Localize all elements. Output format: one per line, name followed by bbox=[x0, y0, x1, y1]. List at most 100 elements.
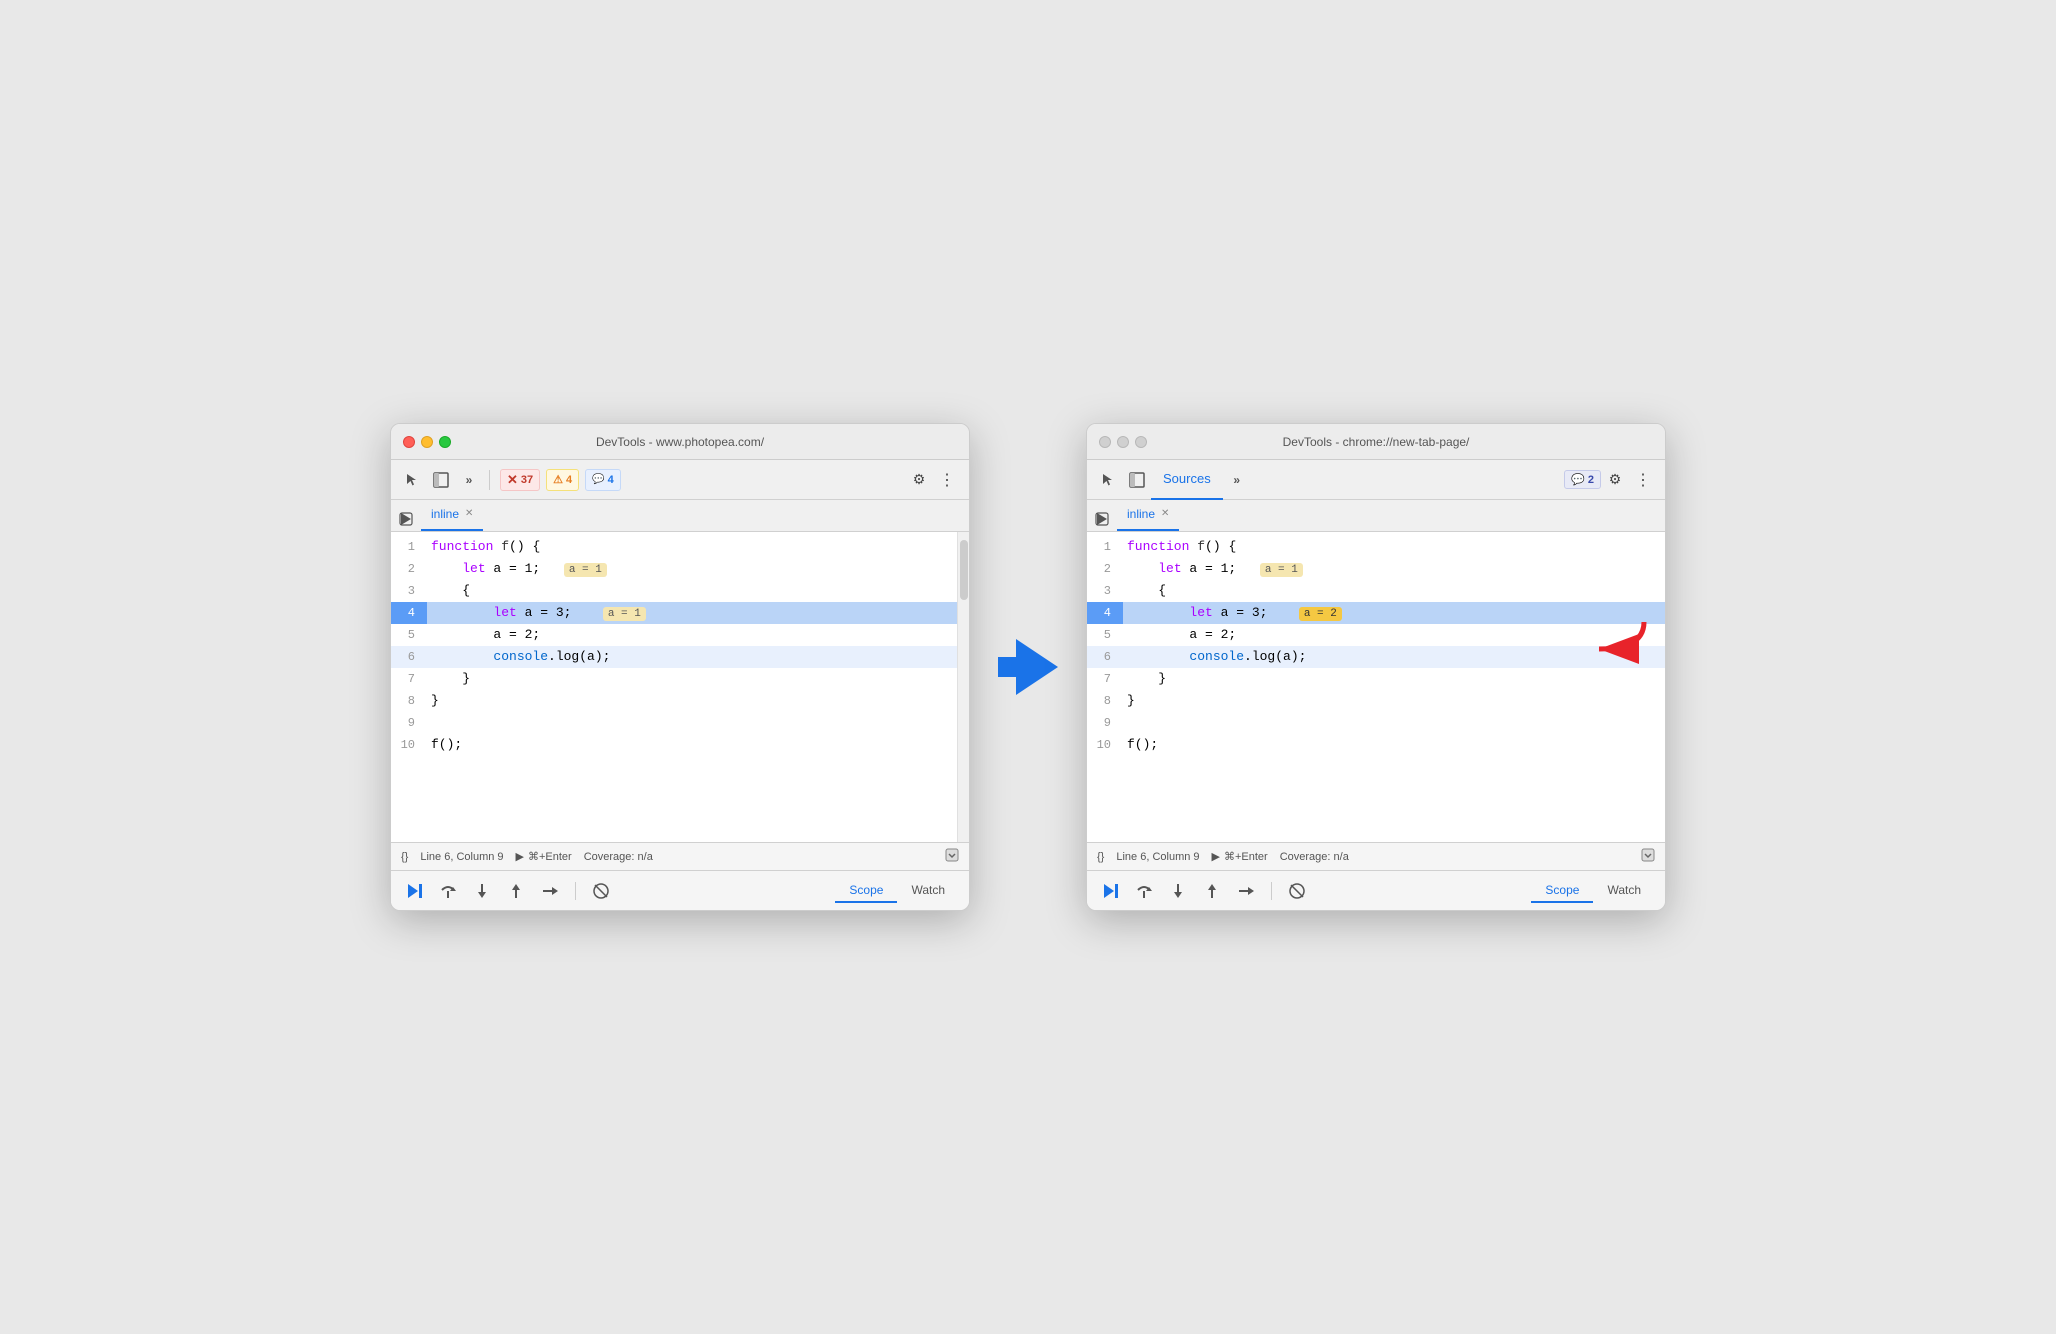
right-scope-watch-tabs: Scope Watch bbox=[1531, 879, 1655, 903]
more-icon[interactable]: ⋮ bbox=[933, 466, 961, 494]
right-scope-tab[interactable]: Scope bbox=[1531, 879, 1593, 903]
right-curly-icon[interactable]: {} bbox=[1097, 851, 1104, 863]
right-overflow-icon[interactable]: » bbox=[1223, 466, 1251, 494]
right-line-2: 2 let a = 1; a = 1 bbox=[1087, 558, 1665, 580]
left-step-out-btn[interactable] bbox=[503, 878, 529, 904]
right-line-3: 3 { bbox=[1087, 580, 1665, 602]
right-lc-4: let a = 3; a = 2 bbox=[1123, 602, 1665, 625]
left-step-over-btn[interactable] bbox=[435, 878, 461, 904]
left-lc-1: function f() { bbox=[427, 536, 957, 558]
left-window-title: DevTools - www.photopea.com/ bbox=[596, 435, 764, 449]
right-lc-1: function f() { bbox=[1123, 536, 1665, 558]
left-status-bar: {} Line 6, Column 9 ▶ ⌘+Enter Coverage: … bbox=[391, 842, 969, 870]
left-lc-5: a = 2; bbox=[427, 624, 957, 646]
right-titlebar: DevTools - chrome://new-tab-page/ bbox=[1087, 424, 1665, 460]
left-line-6: 6 console.log(a); bbox=[391, 646, 957, 668]
left-tab-close[interactable]: ✕ bbox=[465, 509, 473, 519]
right-code-area[interactable]: 1 function f() { 2 let a = 1; a = 1 3 { … bbox=[1087, 532, 1665, 832]
right-console-badge[interactable]: 💬 2 bbox=[1564, 470, 1601, 489]
left-status-dropdown[interactable] bbox=[945, 848, 959, 865]
left-curly-icon[interactable]: {} bbox=[401, 851, 408, 863]
right-sources-label: Sources bbox=[1163, 471, 1211, 486]
left-deactivate-btn[interactable] bbox=[588, 878, 614, 904]
right-watch-tab[interactable]: Watch bbox=[1593, 879, 1655, 903]
run-snippet-icon[interactable] bbox=[399, 512, 413, 531]
left-lc-8: } bbox=[427, 690, 957, 712]
maximize-button[interactable] bbox=[439, 436, 451, 448]
info-count: 4 bbox=[608, 474, 614, 486]
left-debug-toolbar: Scope Watch bbox=[391, 870, 969, 910]
left-debug-sep bbox=[575, 882, 576, 900]
panel-toggle-icon[interactable] bbox=[427, 466, 455, 494]
warning-badge[interactable]: ⚠ 4 bbox=[546, 469, 579, 491]
left-watch-tab[interactable]: Watch bbox=[897, 879, 959, 903]
right-minimize-button[interactable] bbox=[1117, 436, 1129, 448]
right-line-6: 6 console.log(a); bbox=[1087, 646, 1665, 668]
left-ln-1: 1 bbox=[391, 536, 427, 558]
right-lc-2: let a = 1; a = 1 bbox=[1123, 558, 1665, 581]
arrow-shaft bbox=[998, 657, 1018, 677]
left-scope-tab[interactable]: Scope bbox=[835, 879, 897, 903]
scene: DevTools - www.photopea.com/ » ✕ 37 ⚠ 4 bbox=[350, 383, 1706, 951]
left-line-8: 8 } bbox=[391, 690, 957, 712]
left-lc-7: } bbox=[427, 668, 957, 690]
close-button[interactable] bbox=[403, 436, 415, 448]
right-more-icon[interactable]: ⋮ bbox=[1629, 466, 1657, 494]
left-step-into-btn[interactable] bbox=[469, 878, 495, 904]
left-run-btn[interactable]: ▶ ⌘+Enter bbox=[516, 850, 572, 863]
right-tab-close[interactable]: ✕ bbox=[1161, 509, 1169, 519]
settings-icon[interactable]: ⚙ bbox=[905, 466, 933, 494]
right-panel-toggle-icon[interactable] bbox=[1123, 466, 1151, 494]
right-close-button[interactable] bbox=[1099, 436, 1111, 448]
right-ln-4: 4 bbox=[1087, 602, 1123, 624]
right-line-9: 9 bbox=[1087, 712, 1665, 734]
right-ln-5: 5 bbox=[1087, 624, 1123, 646]
toolbar-divider bbox=[489, 470, 490, 490]
left-ln-9: 9 bbox=[391, 712, 427, 734]
right-step-over-btn[interactable] bbox=[1131, 878, 1157, 904]
right-code-editor[interactable]: 1 function f() { 2 let a = 1; a = 1 3 { … bbox=[1087, 532, 1665, 842]
right-line-4: 4 let a = 3; a = 2 bbox=[1087, 602, 1665, 624]
minimize-button[interactable] bbox=[421, 436, 433, 448]
left-scrollbar-thumb[interactable] bbox=[960, 540, 968, 600]
left-step-btn[interactable] bbox=[537, 878, 563, 904]
left-code-editor[interactable]: 1 function f() { 2 let a = 1; a = 1 3 { … bbox=[391, 532, 957, 842]
error-badge[interactable]: ✕ 37 bbox=[500, 469, 540, 491]
right-cursor-icon[interactable] bbox=[1095, 466, 1123, 494]
arrow-wrapper bbox=[998, 639, 1058, 695]
right-line-5: 5 a = 2; bbox=[1087, 624, 1665, 646]
right-run-snippet-icon[interactable] bbox=[1095, 512, 1109, 531]
info-badge[interactable]: 💬 4 bbox=[585, 469, 621, 491]
right-settings-icon[interactable]: ⚙ bbox=[1601, 466, 1629, 494]
right-lc-10: f(); bbox=[1123, 734, 1665, 756]
left-lc-10: f(); bbox=[427, 734, 957, 756]
overflow-icon[interactable]: » bbox=[455, 466, 483, 494]
right-resume-btn[interactable] bbox=[1097, 878, 1123, 904]
left-scrollbar[interactable] bbox=[957, 532, 969, 842]
right-line-col: Line 6, Column 9 bbox=[1116, 851, 1199, 863]
right-deactivate-btn[interactable] bbox=[1284, 878, 1310, 904]
right-debug-toolbar: Scope Watch bbox=[1087, 870, 1665, 910]
left-line-10: 10 f(); bbox=[391, 734, 957, 756]
left-editor-container: 1 function f() { 2 let a = 1; a = 1 3 { … bbox=[391, 532, 969, 842]
left-inline-tab[interactable]: inline ✕ bbox=[421, 499, 483, 531]
right-run-label: ⌘+Enter bbox=[1224, 850, 1268, 863]
left-code-area[interactable]: 1 function f() { 2 let a = 1; a = 1 3 { … bbox=[391, 532, 957, 832]
cursor-icon[interactable] bbox=[399, 466, 427, 494]
right-sources-tab[interactable]: Sources bbox=[1151, 460, 1223, 500]
right-inline-tab[interactable]: inline ✕ bbox=[1117, 499, 1179, 531]
right-ln-1: 1 bbox=[1087, 536, 1123, 558]
right-run-btn[interactable]: ▶ ⌘+Enter bbox=[1212, 850, 1268, 863]
right-maximize-button[interactable] bbox=[1135, 436, 1147, 448]
left-lc-3: { bbox=[427, 580, 957, 602]
right-step-out-btn[interactable] bbox=[1199, 878, 1225, 904]
right-lc-6: console.log(a); bbox=[1123, 646, 1665, 668]
right-step-into-btn[interactable] bbox=[1165, 878, 1191, 904]
right-devtools-window: DevTools - chrome://new-tab-page/ Source… bbox=[1086, 423, 1666, 911]
right-step-btn[interactable] bbox=[1233, 878, 1259, 904]
right-line-1: 1 function f() { bbox=[1087, 536, 1665, 558]
right-lc-5: a = 2; bbox=[1123, 624, 1665, 646]
error-count: 37 bbox=[521, 474, 533, 486]
right-status-dropdown[interactable] bbox=[1641, 848, 1655, 865]
left-resume-btn[interactable] bbox=[401, 878, 427, 904]
